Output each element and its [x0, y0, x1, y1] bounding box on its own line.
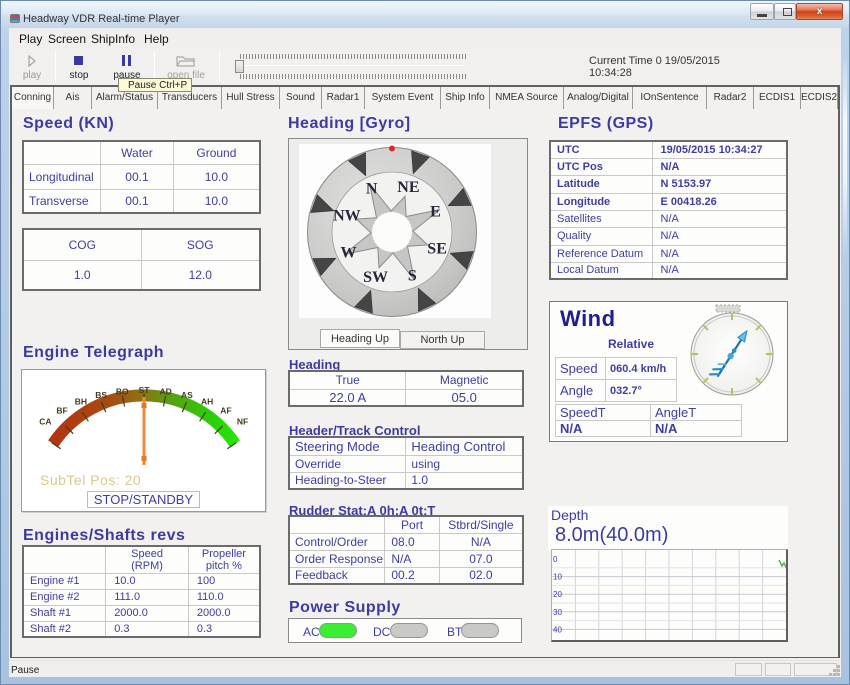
svg-text:N: N [366, 181, 378, 198]
svg-text:NW: NW [333, 208, 361, 225]
svg-text:BH: BH [75, 397, 87, 407]
svg-text:0: 0 [553, 555, 558, 564]
svg-text:BF: BF [56, 406, 67, 416]
svg-text:AD: AD [160, 386, 172, 396]
svg-text:SW: SW [363, 269, 388, 286]
svg-text:BO: BO [116, 386, 129, 396]
svg-text:NF: NF [237, 416, 248, 426]
svg-text:SE: SE [427, 240, 447, 257]
svg-text:NE: NE [397, 179, 419, 196]
svg-text:CA: CA [39, 416, 51, 426]
svg-text:W: W [341, 244, 357, 261]
svg-text:AF: AF [220, 406, 231, 416]
svg-text:ST: ST [139, 385, 151, 395]
svg-text:10: 10 [553, 573, 562, 582]
svg-text:E: E [430, 204, 441, 221]
svg-text:40: 40 [553, 625, 562, 634]
svg-text:20: 20 [553, 590, 562, 599]
svg-text:BS: BS [95, 390, 107, 400]
svg-text:S: S [408, 268, 417, 285]
svg-text:30: 30 [553, 608, 562, 617]
svg-text:AH: AH [201, 397, 213, 407]
svg-text:AS: AS [181, 390, 193, 400]
